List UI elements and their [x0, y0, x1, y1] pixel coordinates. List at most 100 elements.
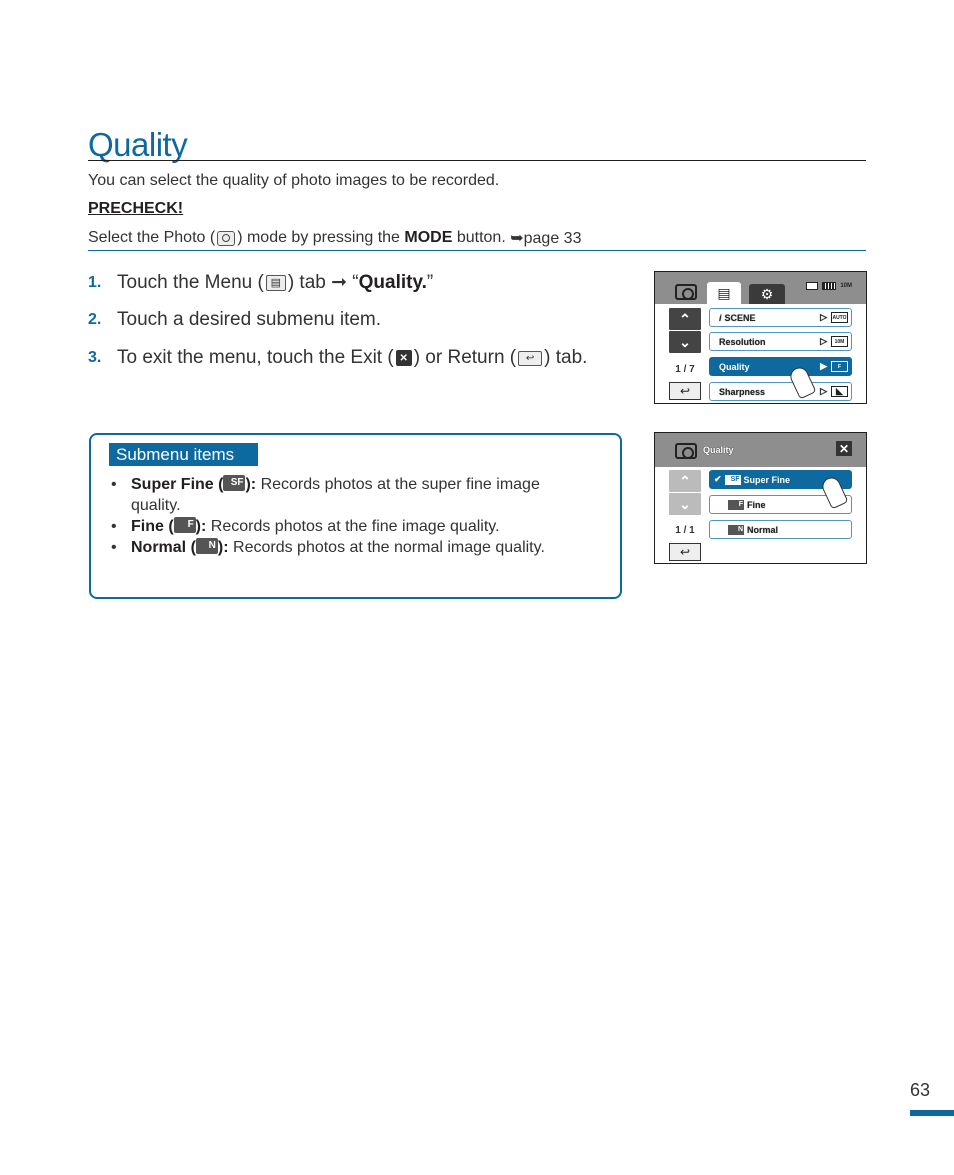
return-button[interactable]: ↩: [669, 382, 701, 400]
page-indicator: 1 / 1: [675, 525, 695, 536]
quality-fine-icon: F: [831, 361, 848, 372]
submenu-bullet-normal: • Normal (N): Records photos at the norm…: [111, 538, 545, 556]
menu-item-label: Resolution: [719, 336, 766, 347]
step-3: 3. To exit the menu, touch the Exit ( ✕ …: [88, 347, 587, 369]
menu-item-sharpness[interactable]: Sharpness ▷ ◣: [709, 382, 852, 401]
arrow-right-icon: ▷: [820, 386, 827, 396]
step-text: Touch a desired submenu item.: [117, 309, 382, 330]
quality-submenu-screen-illustration: Quality ✕ ⌃ ⌄ 1 / 1 ↩ ✔ SF Super Fine F …: [654, 432, 867, 564]
scene-auto-icon: AUTO: [831, 312, 848, 323]
close-icon: ✕: [838, 441, 850, 456]
exit-icon: ✕: [395, 350, 412, 366]
title-divider: [88, 160, 866, 161]
step-text: ) tab ➞ “: [287, 272, 359, 293]
submenu-item-label: Normal: [747, 524, 779, 535]
camera-icon: [675, 284, 697, 300]
normal-icon: N: [728, 524, 744, 535]
fine-icon: F: [173, 517, 196, 533]
return-icon: ↩: [679, 545, 691, 559]
chevron-up-icon: ⌃: [679, 472, 691, 489]
chevron-down-icon: ⌄: [679, 333, 691, 350]
super-fine-icon: SF: [223, 475, 246, 491]
page-reference-link[interactable]: ➥page 33: [510, 228, 581, 248]
page-number: 63: [910, 1080, 931, 1100]
mode-button-label: MODE: [404, 229, 453, 246]
submenu-bullet-super-fine: • Super Fine (SF): Records photos at the…: [111, 475, 540, 493]
menu-item-label: Quality: [719, 361, 750, 372]
return-icon: ↩: [518, 350, 543, 366]
precheck-text-middle: ) mode by pressing the: [237, 229, 405, 246]
menu-screen-illustration: ▤ ⚙ 10M ⌃ ⌄ 1 / 7 ↩ i SCENE ▷ AUTO Resol…: [654, 271, 867, 404]
bullet-term: Super Fine: [131, 476, 214, 493]
scroll-down-button[interactable]: ⌄: [669, 493, 701, 515]
super-fine-icon: SF: [724, 474, 741, 485]
precheck-text-after: button.: [452, 229, 511, 246]
bullet-icon: •: [111, 518, 117, 535]
screen-title: Quality: [703, 445, 734, 455]
step-number: 1.: [88, 273, 102, 291]
precheck-text-before: Select the Photo (: [88, 229, 216, 246]
resolution-indicator: 10M: [840, 283, 852, 289]
normal-icon: N: [195, 538, 218, 554]
battery-icon: [822, 282, 837, 290]
step-bold-text: Quality.: [358, 271, 427, 293]
memory-card-icon: [806, 282, 819, 290]
chevron-down-icon: ⌄: [679, 495, 691, 512]
bullet-term: Fine: [131, 518, 164, 535]
intro-text: You can select the quality of photo imag…: [88, 172, 500, 189]
camera-icon: [675, 443, 697, 459]
scroll-up-button[interactable]: ⌃: [669, 308, 701, 330]
return-icon: ↩: [679, 384, 691, 398]
step-text: ) tab.: [544, 347, 588, 368]
resolution-icon: 10M: [831, 336, 848, 347]
exit-button[interactable]: ✕: [836, 441, 852, 456]
screen-top-bar: Quality ✕: [655, 433, 866, 467]
page-number-bar: [910, 1110, 954, 1116]
step-text: Touch the Menu (: [117, 271, 264, 293]
step-number: 2.: [88, 311, 102, 328]
submenu-item-label: Super Fine: [743, 474, 791, 485]
scene-prefix-icon: i: [719, 312, 722, 323]
bullet-description: Records photos at the normal image quali…: [233, 539, 545, 556]
menu-tab-icon: ▤: [265, 274, 286, 291]
submenu-item-normal[interactable]: N Normal: [709, 520, 852, 539]
precheck-label: PRECHECK!: [88, 200, 184, 217]
arrow-right-icon: ▷: [820, 312, 827, 322]
step-text: ”: [426, 271, 434, 293]
scroll-down-button[interactable]: ⌄: [669, 331, 701, 353]
precheck-divider: [88, 250, 866, 251]
sharpness-icon: ◣: [831, 386, 848, 397]
scroll-up-button[interactable]: ⌃: [669, 470, 701, 492]
check-icon: ✔: [714, 474, 722, 484]
menu-item-label: Sharpness: [719, 386, 766, 397]
arrow-right-icon: ▷: [820, 336, 827, 346]
menu-item-resolution[interactable]: Resolution ▷ 10M: [709, 332, 852, 351]
chevron-up-icon: ⌃: [679, 310, 691, 327]
bullet-icon: •: [111, 539, 117, 556]
menu-tab[interactable]: ▤: [707, 282, 741, 304]
menu-item-scene[interactable]: i SCENE ▷ AUTO: [709, 308, 852, 327]
bullet-description: Records photos at the fine image quality…: [210, 518, 500, 535]
submenu-bullet-fine: • Fine (F): Records photos at the fine i…: [111, 517, 500, 535]
step-2: 2. Touch a desired submenu item.: [88, 309, 381, 331]
step-text: ) or Return (: [413, 347, 517, 368]
menu-item-quality[interactable]: Quality ▶ F: [709, 357, 852, 376]
bullet-icon: •: [111, 476, 117, 493]
page-title: Quality: [88, 126, 188, 163]
submenu-item-label: Fine: [747, 499, 766, 510]
submenu-box-heading: Submenu items: [109, 443, 258, 466]
bullet-description: Records photos at the super fine image: [260, 476, 540, 493]
menu-item-label: SCENE: [724, 312, 756, 323]
settings-tab[interactable]: ⚙: [749, 284, 785, 304]
page-indicator: 1 / 7: [675, 364, 695, 375]
bullet-term: Normal: [131, 539, 187, 556]
screen-top-bar: ▤ ⚙ 10M: [655, 272, 866, 304]
photo-mode-icon: [217, 230, 236, 246]
step-number: 3.: [88, 349, 102, 366]
fine-icon: F: [728, 499, 744, 510]
arrow-right-icon: ▶: [820, 361, 827, 371]
step-text: To exit the menu, touch the Exit (: [117, 347, 394, 368]
return-button[interactable]: ↩: [669, 543, 701, 561]
precheck-text: Select the Photo ( ) mode by pressing th…: [88, 228, 581, 248]
step-1: 1. Touch the Menu ( ▤ ) tab ➞ “ Quality.…: [88, 271, 433, 294]
